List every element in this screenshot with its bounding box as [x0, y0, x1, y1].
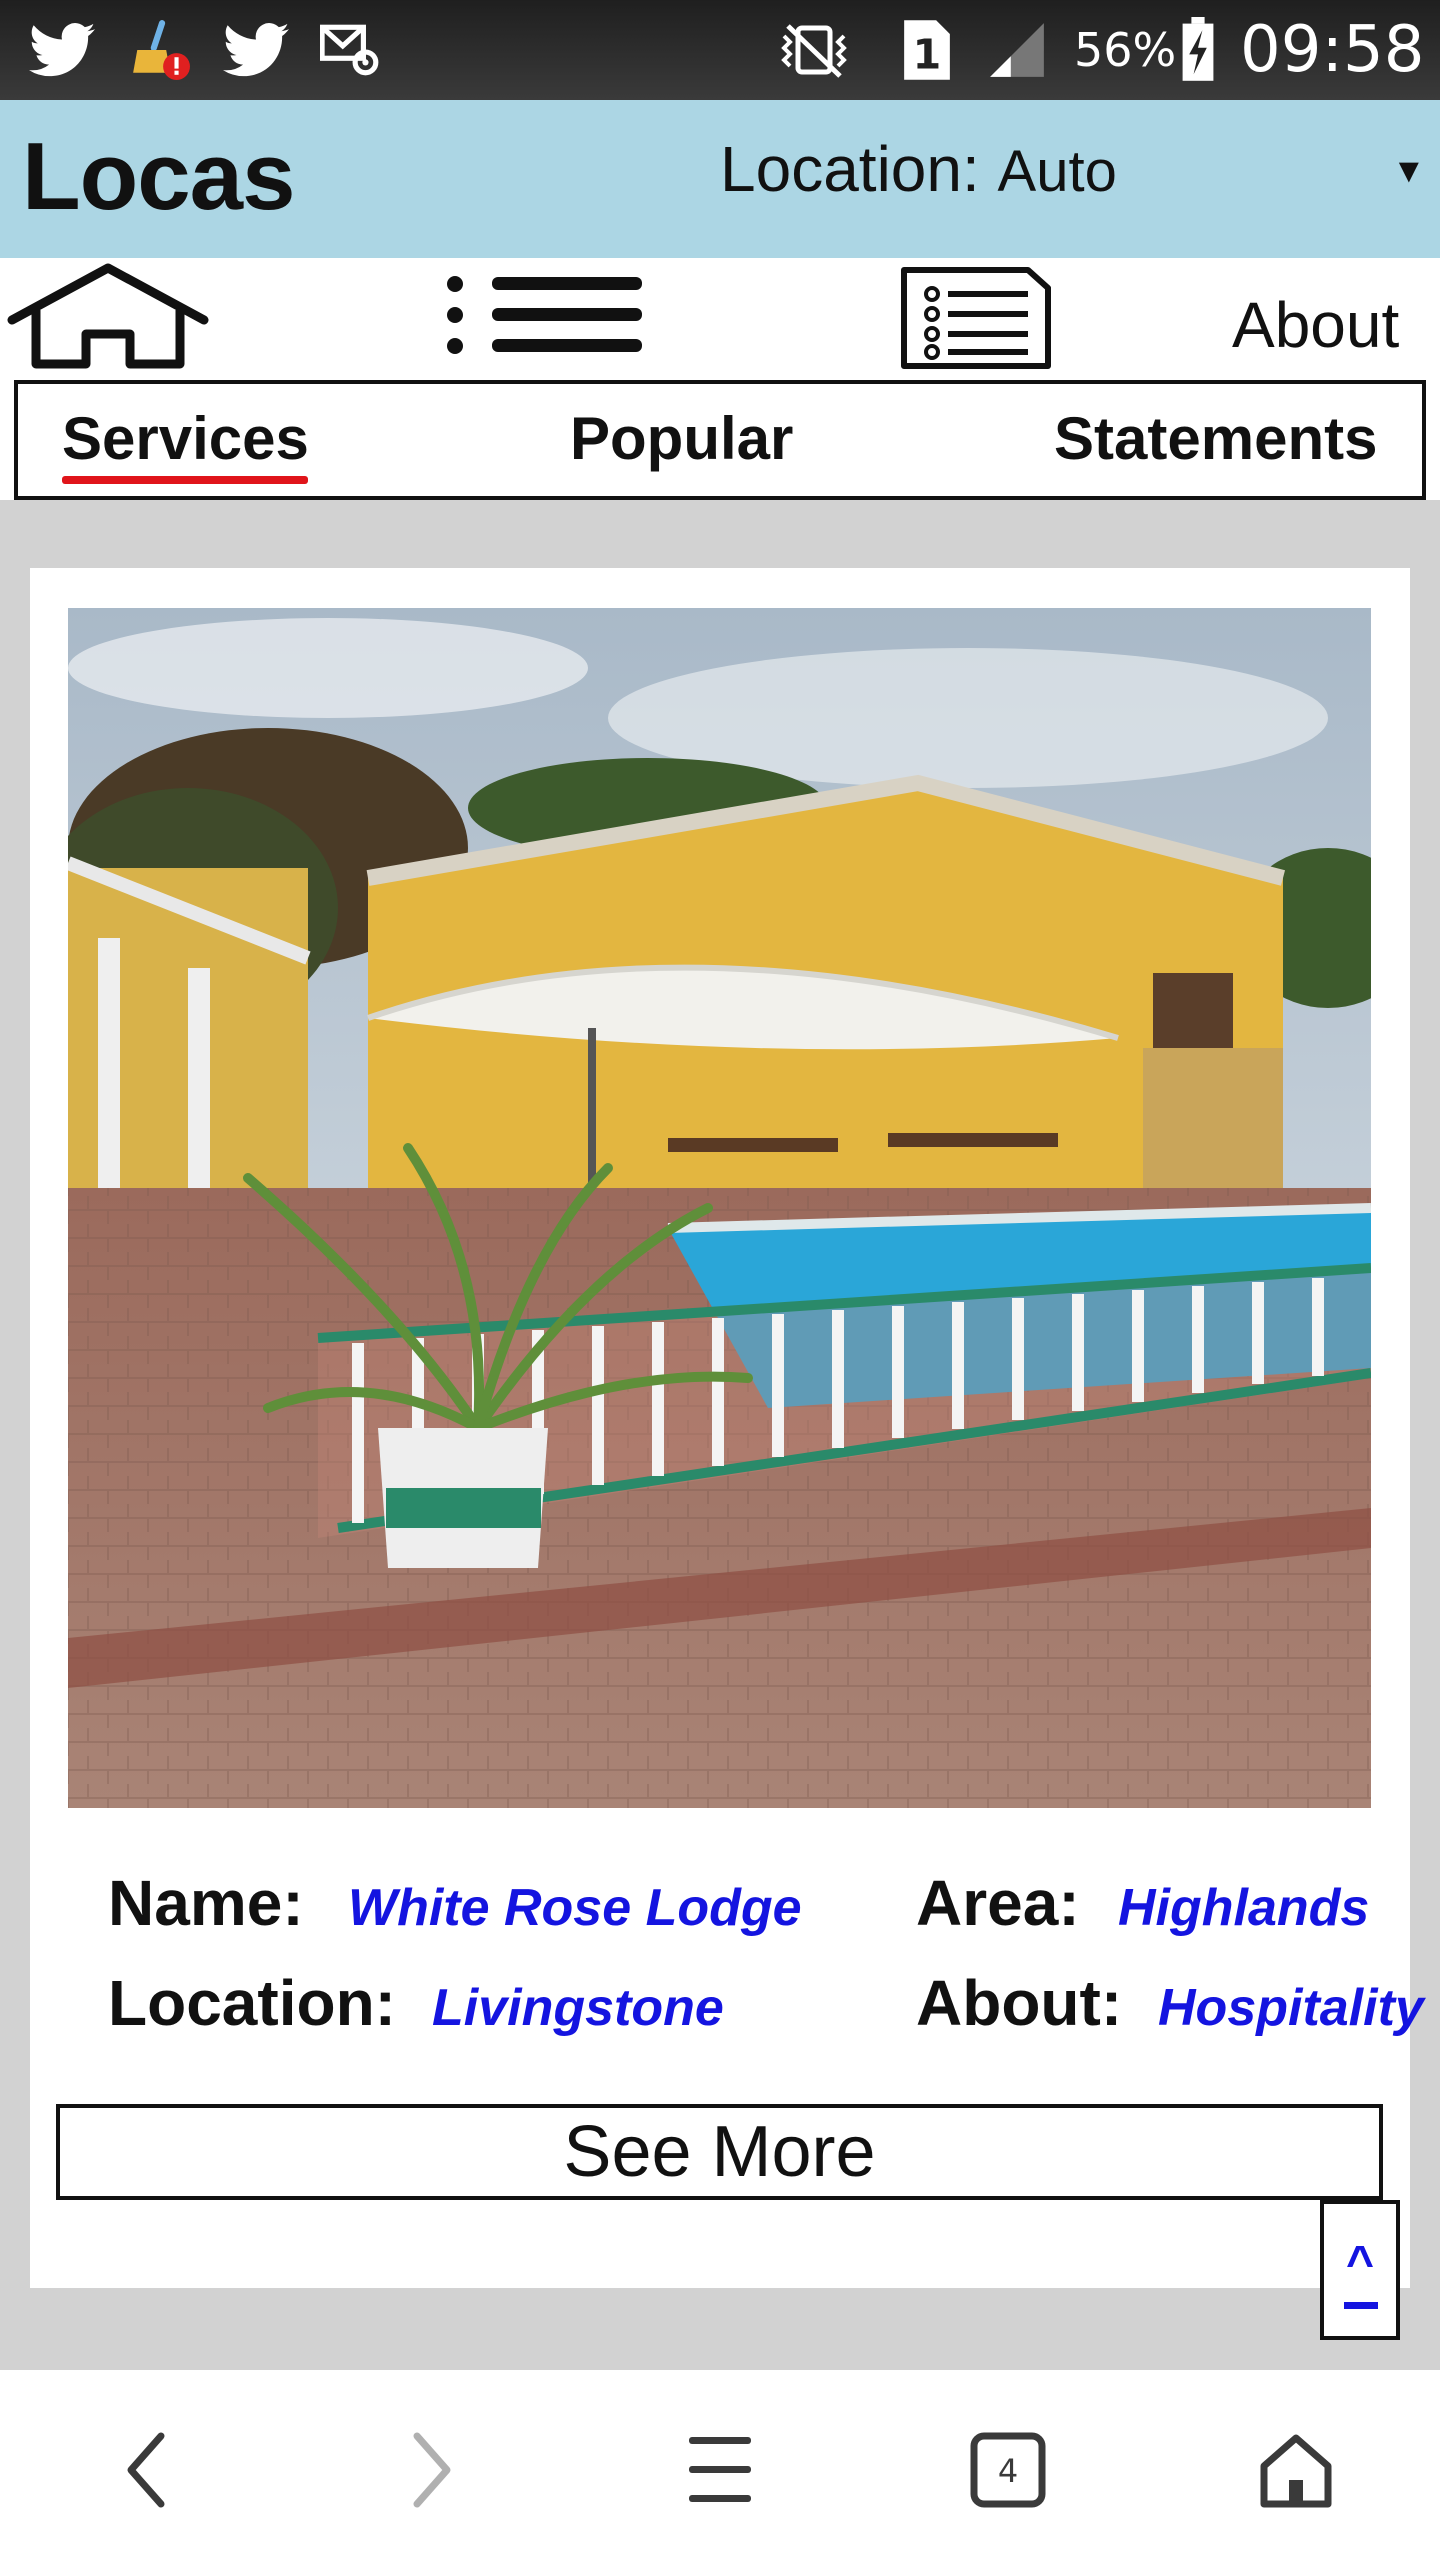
browser-toolbar: 4 [0, 2370, 1440, 2560]
tab-count: 4 [998, 2452, 1018, 2490]
tab-popular[interactable]: Popular [570, 404, 793, 473]
tab-services[interactable]: Services [62, 404, 309, 473]
see-more-button[interactable]: See More [56, 2104, 1383, 2200]
name-value: White Rose Lodge [348, 1879, 802, 1937]
nav-about-link[interactable]: About [1232, 288, 1399, 362]
tabs-icon[interactable]: 4 [948, 2420, 1068, 2520]
location-value: Auto [997, 139, 1117, 204]
battery-charging-icon [1178, 17, 1218, 82]
mail-settings-icon [318, 18, 384, 82]
about-label: About: [916, 1967, 1123, 2039]
back-icon[interactable] [86, 2420, 206, 2520]
tab-bar: Services Popular Statements [14, 380, 1426, 500]
clock: 09:58 [1240, 13, 1425, 87]
about-value: Hospitality [1158, 1979, 1424, 2037]
twitter-icon [220, 18, 292, 82]
location-label: Location: [720, 133, 980, 205]
caret-up-icon: ^ [1345, 2237, 1375, 2290]
vibrate-silent-icon [766, 18, 862, 82]
area-value: Highlands [1118, 1879, 1370, 1937]
status-bar: 1 56% 09:58 [0, 0, 1440, 100]
document-icon[interactable] [900, 266, 1052, 375]
active-tab-indicator [62, 476, 308, 484]
name-label: Name: [108, 1867, 304, 1939]
app-header: Locas Location: Auto ▼ [0, 100, 1440, 258]
top-nav: About [0, 258, 1440, 380]
tab-statements[interactable]: Statements [1054, 404, 1377, 473]
area-label: Area: [916, 1867, 1080, 1939]
app-title: Locas [22, 123, 295, 230]
battery-percent: 56% [1074, 23, 1177, 77]
forward-icon[interactable] [372, 2420, 492, 2520]
location-label-field: Location: [108, 1967, 396, 2039]
location-selector[interactable]: Location: Auto [720, 132, 1117, 206]
twitter-icon [26, 18, 98, 82]
sim-slot-number: 1 [913, 30, 942, 78]
scroll-to-top-button[interactable]: ^ [1320, 2200, 1400, 2340]
location-value-field: Livingstone [432, 1979, 724, 2037]
home-icon[interactable] [6, 262, 210, 375]
browser-home-icon[interactable] [1236, 2420, 1356, 2520]
listing-photo [68, 608, 1371, 1808]
signal-icon [984, 18, 1050, 82]
cleaner-alert-icon [128, 18, 192, 82]
sim-icon: 1 [896, 18, 958, 82]
menu-icon[interactable] [660, 2420, 780, 2520]
scroll-top-bar [1344, 2302, 1378, 2309]
list-icon[interactable] [438, 274, 644, 361]
chevron-down-icon[interactable]: ▼ [1392, 152, 1426, 191]
